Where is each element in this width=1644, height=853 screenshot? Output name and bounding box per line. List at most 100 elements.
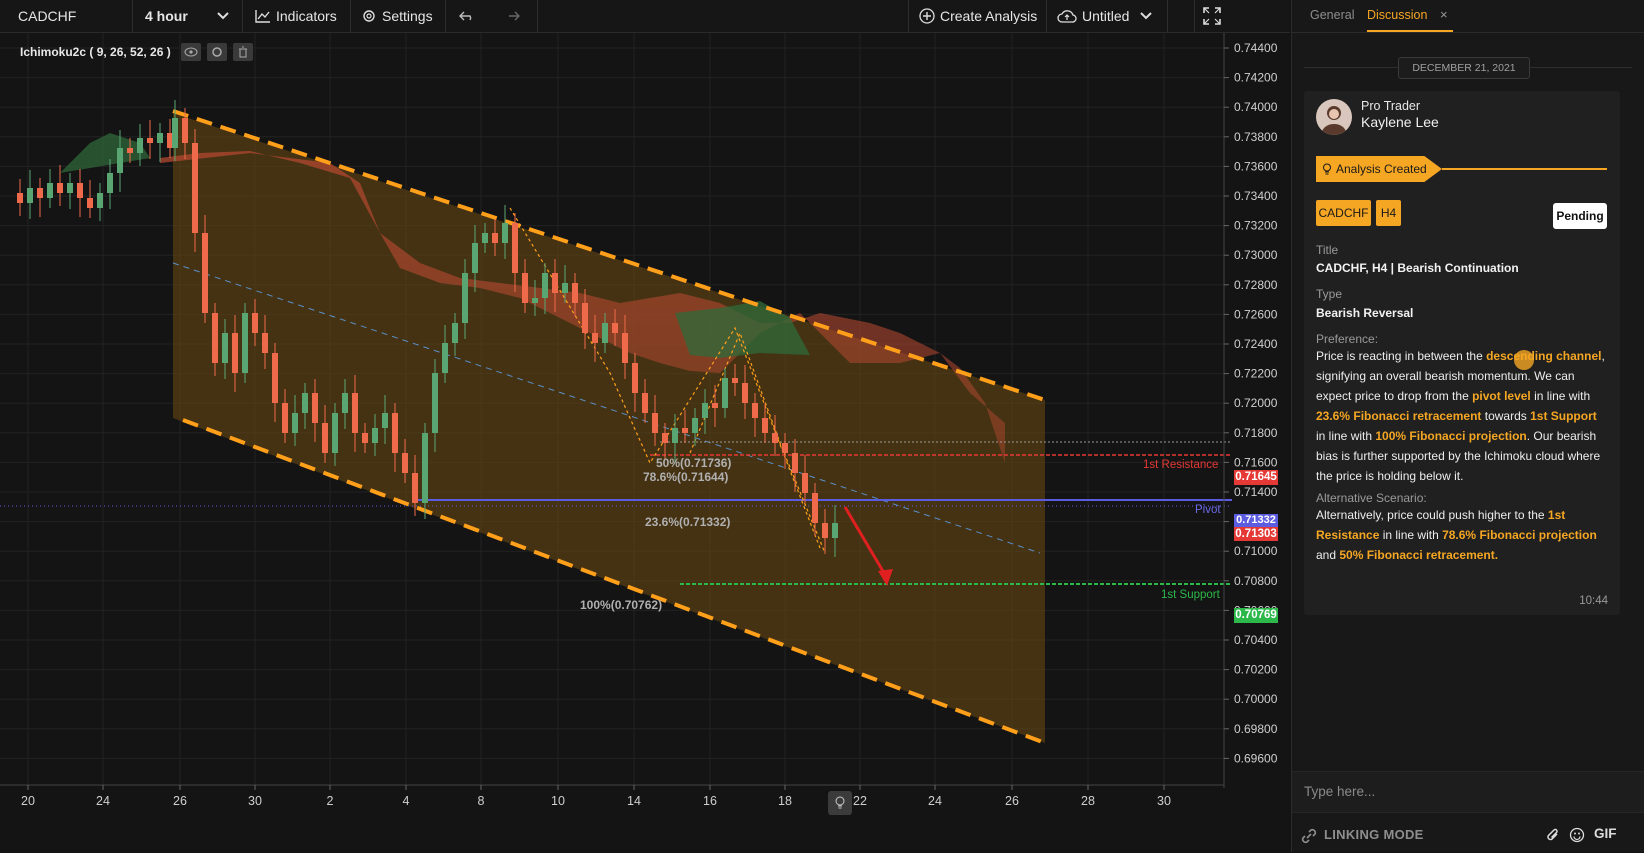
candle-body [752, 403, 758, 418]
price-tick-label: 0.73600 [1234, 159, 1278, 173]
candle-body [57, 183, 63, 193]
tab-discussion[interactable]: Discussion [1367, 8, 1427, 22]
avatar [1316, 99, 1352, 135]
untitled-label: Untitled [1082, 8, 1130, 24]
redo-icon [509, 11, 520, 21]
lightbulb-icon[interactable] [828, 791, 852, 815]
gif-button[interactable]: GIF [1594, 826, 1617, 841]
type-label: Type [1316, 287, 1343, 301]
time-tick-label: 24 [96, 794, 110, 808]
candle-body [137, 138, 143, 153]
candle-body [157, 133, 163, 143]
close-icon[interactable]: × [1440, 7, 1448, 22]
settings-button[interactable]: Settings [351, 0, 446, 32]
active-tab-underline [1367, 30, 1453, 32]
candle-body [592, 333, 598, 343]
cloud-upload-icon [1057, 10, 1077, 23]
candle-body [392, 413, 398, 453]
candle-body [612, 323, 618, 333]
candle-body [552, 273, 558, 293]
symbol-selector[interactable]: CADCHF [0, 0, 133, 32]
candle-body [762, 418, 768, 433]
gear-icon [363, 10, 375, 22]
time-tick-label: 18 [778, 794, 792, 808]
candle-body [682, 428, 688, 433]
pivot-label: Pivot [1195, 504, 1221, 516]
candle-body [147, 138, 153, 143]
tab-general[interactable]: General [1310, 8, 1354, 22]
timeframe-dropdown[interactable]: 4 hour [133, 0, 243, 32]
cursor-icon [1514, 350, 1534, 370]
candle-body [182, 118, 188, 143]
candle-body [272, 353, 278, 403]
chart-toolbar: CADCHF 4 hour Indicators Settings Create… [0, 0, 1290, 33]
resistance-label: 1st Resistance [1143, 459, 1219, 471]
candle-body [47, 183, 53, 198]
candle-body [512, 223, 518, 273]
candle-body [602, 323, 608, 343]
attachment-icon[interactable] [1546, 827, 1560, 843]
candle-body [532, 298, 538, 303]
indicators-button[interactable]: Indicators [243, 0, 351, 32]
price-chart[interactable]: 0.74400 0.74200 0.74000 0.73800 0.73600 0.734… [0, 33, 1290, 852]
candle-body [472, 243, 478, 273]
candle-body [742, 383, 748, 403]
price-tick-label: 0.70800 [1234, 574, 1278, 588]
gear-icon[interactable] [206, 43, 227, 61]
linking-mode-label[interactable]: LINKING MODE [1324, 827, 1424, 842]
ichimoku-cloud-green [60, 133, 150, 173]
candle-body [732, 378, 738, 383]
price-tick-label: 0.72000 [1234, 396, 1278, 410]
candle-body [262, 333, 268, 353]
time-tick-label: 8 [478, 794, 485, 808]
candle-body [482, 233, 488, 243]
candle-body [522, 273, 528, 303]
symbol-label: CADCHF [18, 8, 77, 24]
candle-body [722, 378, 728, 408]
create-analysis-button[interactable]: Create Analysis [908, 0, 1047, 32]
price-tick-label: 0.74000 [1234, 100, 1278, 114]
message-input[interactable]: Type here... [1292, 771, 1644, 812]
link-icon[interactable] [1300, 827, 1318, 845]
candle-body [322, 423, 328, 453]
untitled-dropdown[interactable]: Untitled [1047, 0, 1168, 32]
chevron-down-icon [217, 12, 229, 20]
candle-body [412, 473, 418, 503]
analysis-card: Pro Trader Kaylene Lee Analysis Created … [1304, 91, 1620, 615]
title-value: CADCHF, H4 | Bearish Continuation [1316, 261, 1519, 275]
eye-icon[interactable] [180, 43, 201, 61]
redo-button[interactable] [492, 0, 538, 32]
candle-body [692, 418, 698, 433]
candle-body [772, 433, 778, 443]
emoji-icon[interactable] [1569, 827, 1585, 843]
undo-button[interactable] [446, 0, 492, 32]
timeframe-chip: H4 [1376, 200, 1401, 226]
candle-body [832, 523, 838, 538]
chevron-down-icon [1140, 12, 1152, 20]
event-flag: Analysis Created [1316, 156, 1442, 182]
descending-channel-fill [173, 113, 1045, 743]
candle-body [632, 363, 638, 393]
alternative-text: Alternatively, price could push higher t… [1316, 508, 1597, 562]
candle-body [332, 413, 338, 453]
title-label: Title [1316, 243, 1339, 257]
candle-body [107, 173, 113, 193]
candle-body [17, 193, 23, 203]
candle-body [782, 443, 788, 453]
candle-body [432, 373, 438, 433]
trash-icon[interactable] [232, 43, 253, 61]
price-tag-support: 0.70769 [1234, 608, 1278, 623]
candle-body [502, 223, 508, 243]
fullscreen-button[interactable] [1194, 0, 1234, 32]
candle-body [382, 413, 388, 428]
panel-footer: LINKING MODE GIF [1292, 812, 1644, 853]
candle-body [402, 453, 408, 473]
time-tick-label: 10 [551, 794, 565, 808]
symbol-chip: CADCHF [1316, 200, 1371, 226]
price-tick-label: 0.72800 [1234, 278, 1278, 292]
plus-circle-icon [919, 8, 935, 24]
price-tick-label: 0.69800 [1234, 722, 1278, 736]
message-time: 10:44 [1579, 595, 1608, 607]
settings-label: Settings [382, 8, 433, 24]
candle-body [67, 183, 73, 193]
